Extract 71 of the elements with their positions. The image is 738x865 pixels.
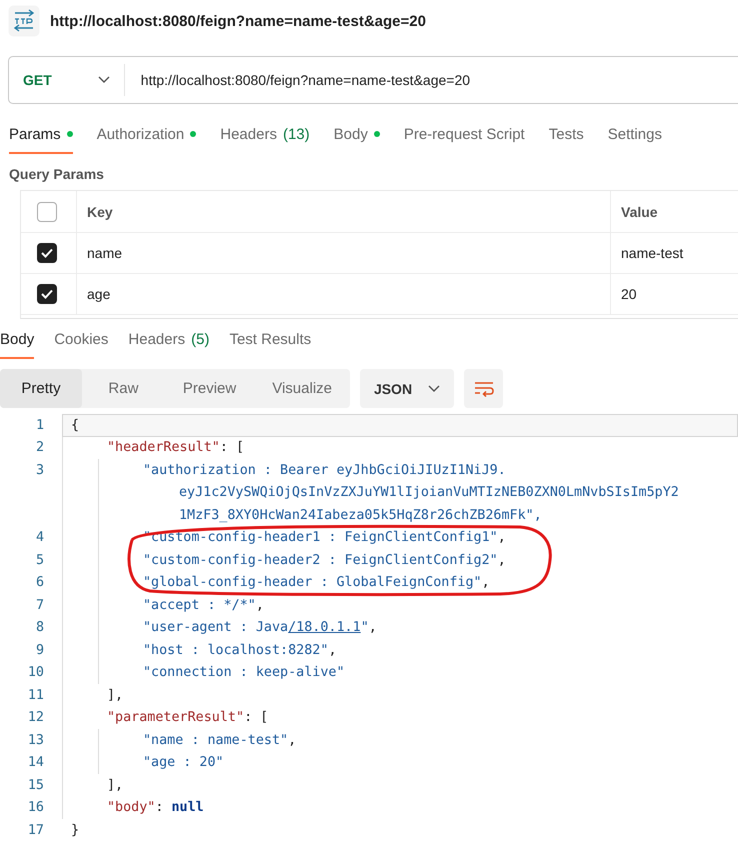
request-tab[interactable]: Authorization — [96, 116, 196, 154]
code-line: 1MzF3_8XY0HcWan24Iabeza05k5HqZ8r26chZB26mFk", — [178, 506, 543, 525]
checkbox[interactable] — [37, 284, 57, 304]
line-number: 17 — [26, 822, 44, 838]
request-tab[interactable]: Settings — [608, 116, 662, 154]
code-line: "accept : */*", — [142, 596, 265, 615]
line-number: 13 — [26, 732, 44, 748]
line-number: 2 — [34, 440, 44, 456]
code-line: } — [70, 822, 80, 840]
code-line: "age : 20" — [142, 754, 225, 772]
check-icon — [41, 248, 53, 258]
line-number: 8 — [34, 620, 44, 636]
code-line: "parameterResult": [ — [106, 709, 270, 728]
code-line: "global-config-header : GlobalFeignConfig", — [142, 574, 491, 592]
method-dropdown[interactable]: GET — [9, 64, 125, 96]
wrap-icon — [474, 380, 494, 396]
response-tab[interactable]: Test Results — [229, 321, 312, 359]
line-number: 1 — [34, 418, 44, 433]
line-number: 3 — [34, 462, 44, 478]
http-icon — [8, 5, 40, 37]
line-number: 14 — [26, 755, 44, 770]
code-line: "connection : keep-alive" — [142, 664, 346, 682]
check-icon — [41, 289, 53, 299]
request-tab[interactable]: Pre-request Script — [404, 116, 525, 154]
code-line: ], — [106, 776, 124, 795]
line-number: 12 — [26, 710, 44, 726]
table-cell: age — [77, 274, 611, 314]
code-line: ], — [106, 686, 124, 705]
url-field[interactable]: http://localhost:8080/feign?name=name-test&age=20 — [124, 57, 738, 103]
table-cell: 20 — [611, 274, 738, 314]
line-number: 6 — [34, 575, 44, 590]
line-number: 11 — [26, 688, 44, 703]
line-number: 10 — [26, 665, 44, 680]
request-title: http://localhost:8080/feign?name=name-test&age=20 — [50, 12, 426, 30]
line-number: 16 — [26, 800, 44, 816]
view-mode-tab[interactable]: Pretty — [0, 369, 82, 408]
checkbox[interactable] — [37, 243, 57, 263]
code-line: "name : name-test", — [142, 732, 298, 750]
code-line: eyJ1c2VySWQiOjQsInVzZXJuYW1lIjoianVuMTIzNEB0ZXN0LmNvbSIsIm5pY2 — [178, 484, 680, 502]
code-line: "custom-config-header1 : FeignClientConfig1", — [142, 529, 507, 548]
code-line: "user-agent : Java/18.0.1.1", — [142, 619, 378, 638]
code-line: "custom-config-header2 : FeignClientConfig2", — [142, 552, 507, 570]
request-tab[interactable]: Headers (13) — [220, 116, 310, 154]
request-tab[interactable]: Params — [9, 116, 73, 154]
column-header: Key — [77, 191, 611, 232]
wrap-lines-button[interactable] — [464, 369, 503, 408]
request-tab[interactable]: Tests — [548, 116, 584, 154]
response-tab[interactable]: Body — [0, 321, 34, 359]
table-cell: name — [77, 233, 611, 273]
format-dropdown[interactable]: JSON — [360, 369, 454, 408]
view-mode-tab[interactable]: Visualize — [254, 369, 350, 408]
chevron-down-icon — [428, 384, 440, 392]
code-line: "authorization : Bearer eyJhbGciOiJIUzI1NiJ9. — [142, 462, 507, 480]
column-header: Value — [611, 191, 738, 232]
response-tab[interactable]: Cookies — [54, 321, 108, 359]
code-line: "body": null — [106, 799, 205, 818]
response-tab[interactable]: Headers (5) — [128, 321, 210, 359]
view-mode-tab[interactable]: Preview — [164, 369, 254, 408]
section-title: Query Params — [8, 165, 105, 184]
line-number: 15 — [26, 778, 44, 793]
line-number: 5 — [34, 552, 44, 568]
code-line: "headerResult": [ — [106, 439, 246, 458]
line-number: 4 — [34, 530, 44, 546]
code-line: "host : localhost:8282", — [142, 642, 338, 660]
request-tab[interactable]: Body — [334, 116, 380, 154]
view-mode-tab[interactable]: Raw — [82, 369, 165, 408]
line-number: 9 — [34, 642, 44, 658]
chevron-down-icon — [98, 76, 110, 84]
line-number: 7 — [34, 598, 44, 613]
table-cell: name-test — [611, 233, 738, 273]
checkbox[interactable] — [37, 202, 57, 222]
